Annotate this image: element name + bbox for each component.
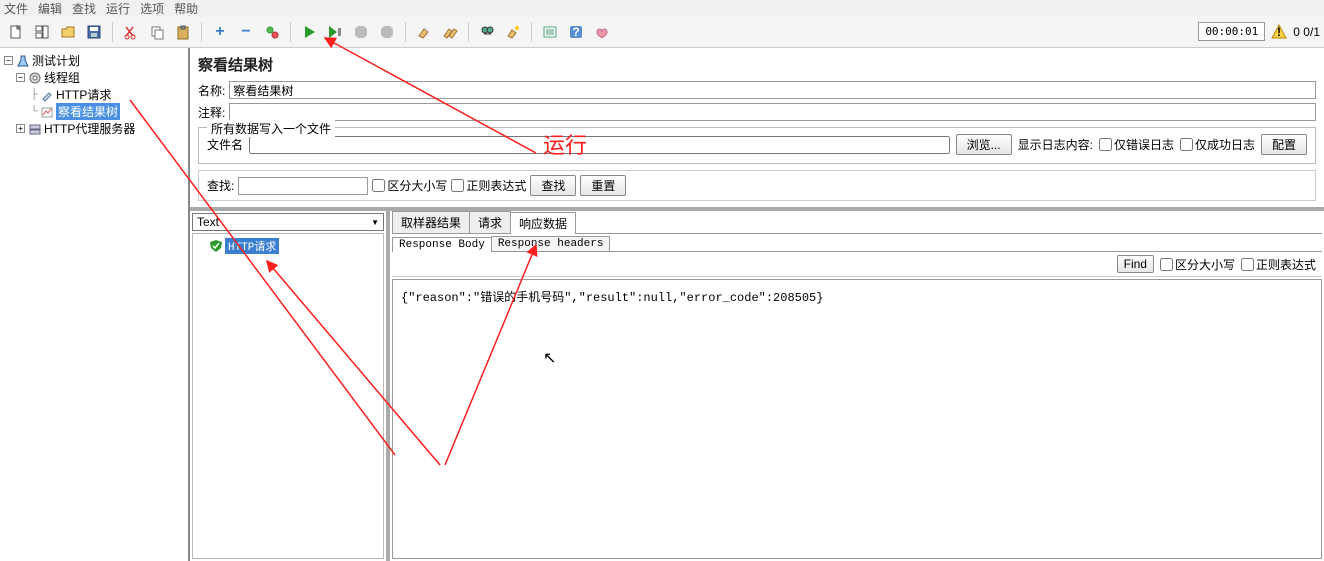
toolbar-separator	[531, 22, 532, 42]
browse-button[interactable]: 浏览...	[956, 134, 1012, 155]
write-file-fieldset: 所有数据写入一个文件 文件名 浏览... 显示日志内容: 仅错误日志 仅成功日志…	[198, 127, 1316, 164]
run-icon[interactable]	[297, 20, 321, 44]
tree-http-request[interactable]: ├ HTTP请求	[4, 86, 184, 103]
filename-input[interactable]	[249, 136, 950, 154]
find-case-checkbox[interactable]: 区分大小写	[1160, 256, 1235, 273]
search-button[interactable]: 查找	[530, 175, 576, 196]
response-body-text[interactable]: {"reason":"错误的手机号码","result":null,"error…	[392, 279, 1322, 559]
menu-run[interactable]: 运行	[106, 0, 130, 17]
renderer-dropdown[interactable]: Text▼	[192, 213, 384, 231]
toolbar-separator	[405, 22, 406, 42]
configure-button[interactable]: 配置	[1261, 134, 1307, 155]
toolbar: + − ? 00:00:01 ! 0 0/1	[0, 16, 1324, 48]
name-input[interactable]	[229, 81, 1316, 99]
templates-icon[interactable]	[30, 20, 54, 44]
pipette-icon	[40, 88, 54, 102]
main-tabs: 取样器结果 请求 响应数据	[392, 211, 1322, 234]
menu-edit[interactable]: 编辑	[38, 0, 62, 17]
help-icon[interactable]: ?	[564, 20, 588, 44]
svg-text:!: !	[1277, 25, 1281, 39]
plugin-icon[interactable]	[590, 20, 614, 44]
open-icon[interactable]	[56, 20, 80, 44]
success-shield-icon	[209, 239, 223, 253]
toolbar-separator	[468, 22, 469, 42]
reset-search-icon[interactable]	[501, 20, 525, 44]
comment-input[interactable]	[229, 103, 1316, 121]
result-detail-panel: 取样器结果 请求 响应数据 Response Body Response hea…	[390, 211, 1324, 561]
toolbar-separator	[290, 22, 291, 42]
tab-response-data[interactable]: 响应数据	[510, 212, 576, 234]
clear-icon[interactable]	[412, 20, 436, 44]
test-plan-tree[interactable]: − 测试计划 − 线程组 ├ HTTP请求 └ 察看结果树	[0, 48, 190, 561]
find-button[interactable]: Find	[1117, 255, 1154, 273]
results-area: Text▼ HTTP请求 取样器结果 请求 响应数据	[190, 207, 1324, 561]
gear-icon	[28, 71, 42, 85]
tab-response-headers[interactable]: Response headers	[491, 236, 611, 251]
name-label: 名称:	[198, 82, 225, 99]
tab-request[interactable]: 请求	[469, 211, 511, 233]
find-regex-checkbox[interactable]: 正则表达式	[1241, 256, 1316, 273]
cut-icon[interactable]	[119, 20, 143, 44]
server-icon	[28, 122, 42, 136]
log-label: 显示日志内容:	[1018, 136, 1093, 153]
reset-button[interactable]: 重置	[580, 175, 626, 196]
toolbar-separator	[201, 22, 202, 42]
tree-view-results[interactable]: └ 察看结果树	[4, 103, 184, 120]
tree-root[interactable]: − 测试计划	[4, 52, 184, 69]
clear-all-icon[interactable]	[438, 20, 462, 44]
new-icon[interactable]	[4, 20, 28, 44]
toggle-icon[interactable]	[260, 20, 284, 44]
success-only-checkbox[interactable]: 仅成功日志	[1180, 136, 1255, 153]
panel-title: 察看结果树	[190, 48, 1324, 79]
main-area: − 测试计划 − 线程组 ├ HTTP请求 └ 察看结果树	[0, 48, 1324, 561]
menu-bar: 文件 编辑 查找 运行 选项 帮助	[0, 0, 1324, 16]
errors-only-checkbox[interactable]: 仅错误日志	[1099, 136, 1174, 153]
filename-label: 文件名	[207, 136, 243, 153]
tab-response-body[interactable]: Response Body	[392, 237, 492, 252]
menu-file[interactable]: 文件	[4, 0, 28, 17]
app-window: 文件 编辑 查找 运行 选项 帮助 + − ? 00:00	[0, 0, 1324, 561]
sub-tabs: Response Body Response headers	[392, 236, 1322, 252]
shutdown-icon[interactable]	[375, 20, 399, 44]
save-icon[interactable]	[82, 20, 106, 44]
copy-icon[interactable]	[145, 20, 169, 44]
result-item-http[interactable]: HTTP请求	[197, 238, 379, 254]
content-panel: 察看结果树 名称: 注释: 所有数据写入一个文件 文件名 浏览... 显示日志内…	[190, 48, 1324, 561]
tree-proxy[interactable]: + HTTP代理服务器	[4, 120, 184, 137]
function-helper-icon[interactable]	[538, 20, 562, 44]
stop-icon[interactable]	[349, 20, 373, 44]
comment-label: 注释:	[198, 104, 225, 121]
tree-thread-group[interactable]: − 线程组	[4, 69, 184, 86]
result-list-panel: Text▼ HTTP请求	[190, 211, 390, 561]
toolbar-right: 00:00:01 ! 0 0/1	[1198, 22, 1320, 41]
expand-icon[interactable]: +	[208, 20, 232, 44]
search-icon[interactable]	[475, 20, 499, 44]
menu-help[interactable]: 帮助	[174, 0, 198, 17]
menu-options[interactable]: 选项	[140, 0, 164, 17]
tab-sampler-result[interactable]: 取样器结果	[392, 211, 470, 233]
result-tree[interactable]: HTTP请求	[192, 233, 384, 559]
svg-text:?: ?	[572, 25, 579, 39]
search-label: 查找:	[207, 177, 234, 194]
warning-icon[interactable]: !	[1271, 24, 1287, 40]
results-icon	[40, 105, 54, 119]
elapsed-timer: 00:00:01	[1198, 22, 1265, 41]
fieldset-legend: 所有数据写入一个文件	[207, 120, 335, 137]
annotation-run-text: 运行	[543, 128, 587, 160]
regex-checkbox[interactable]: 正则表达式	[451, 177, 526, 194]
paste-icon[interactable]	[171, 20, 195, 44]
collapse-icon[interactable]: −	[234, 20, 258, 44]
case-sensitive-checkbox[interactable]: 区分大小写	[372, 177, 447, 194]
cursor-icon: ↖	[543, 348, 556, 368]
flask-icon	[16, 54, 30, 68]
error-count: 0 0/1	[1293, 25, 1320, 39]
run-no-pause-icon[interactable]	[323, 20, 347, 44]
toolbar-separator	[112, 22, 113, 42]
find-row: Find 区分大小写 正则表达式	[392, 252, 1322, 277]
search-input[interactable]	[238, 177, 368, 195]
menu-find[interactable]: 查找	[72, 0, 96, 17]
